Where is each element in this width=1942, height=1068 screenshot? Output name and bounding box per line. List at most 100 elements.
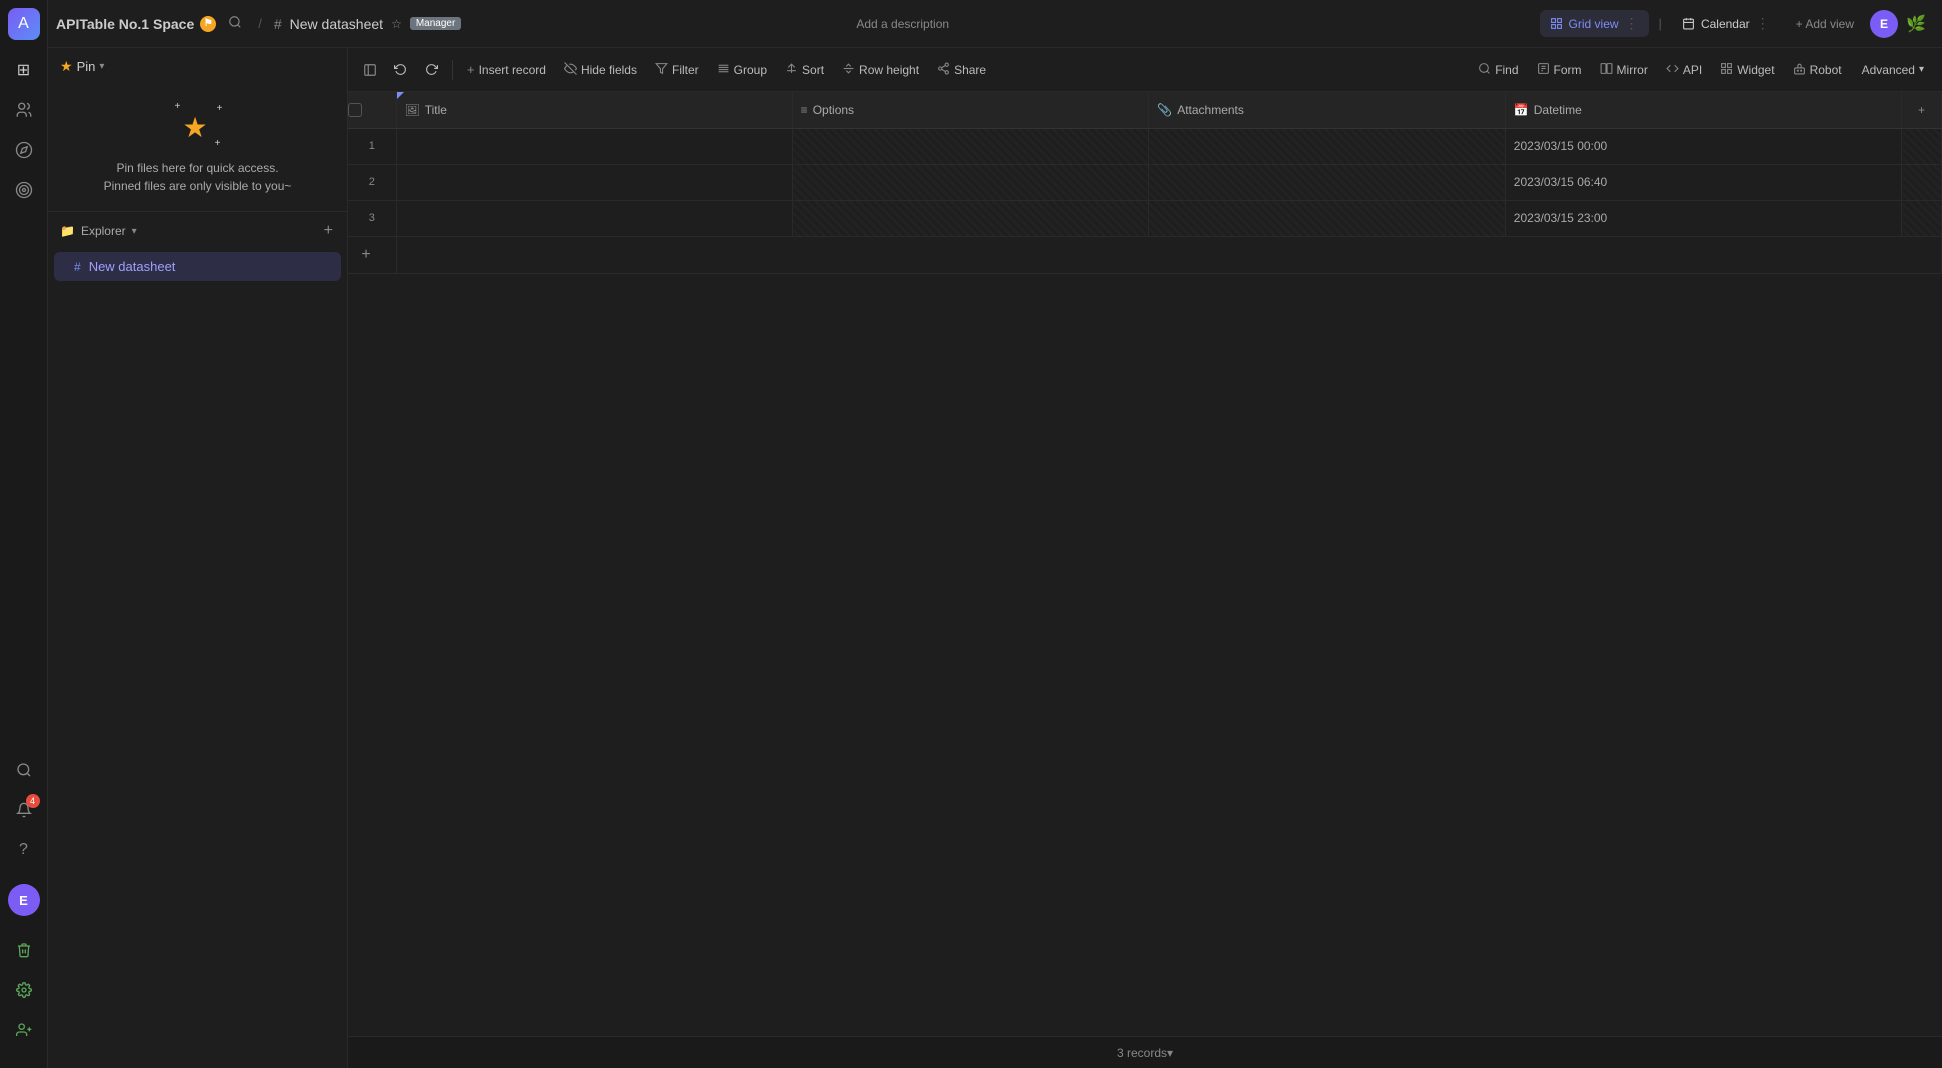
- add-column-button[interactable]: +: [1902, 92, 1942, 128]
- datetime-cell-3[interactable]: 2023/03/15 23:00: [1505, 200, 1901, 236]
- undo-button[interactable]: [386, 58, 415, 81]
- search-icon[interactable]: [6, 752, 42, 788]
- select-all-checkbox[interactable]: [348, 103, 362, 117]
- options-cell-3[interactable]: [792, 200, 1149, 236]
- datetime-col-header: 📅 Datetime: [1505, 92, 1901, 128]
- nav-people[interactable]: [6, 92, 42, 128]
- robot-button[interactable]: Robot: [1785, 57, 1850, 83]
- status-bar: 3 records▾: [348, 1036, 1942, 1068]
- collapse-sidebar-button[interactable]: [356, 56, 384, 84]
- calendar-menu-icon[interactable]: ⋮: [1756, 15, 1770, 32]
- big-star-icon: ★: [183, 111, 208, 144]
- group-button[interactable]: Group: [709, 57, 775, 83]
- sheet-star-icon[interactable]: ☆: [391, 17, 402, 31]
- mirror-label: Mirror: [1617, 63, 1648, 77]
- space-name[interactable]: APITable No.1 Space ⚑: [56, 16, 216, 32]
- api-label: API: [1683, 63, 1702, 77]
- explorer-add-icon[interactable]: +: [322, 220, 335, 242]
- filter-button[interactable]: Filter: [647, 57, 707, 83]
- verified-badge: ⚑: [200, 16, 216, 32]
- datasheet-item[interactable]: # New datasheet: [54, 252, 341, 281]
- group-icon: [717, 62, 730, 78]
- options-cell-2[interactable]: [792, 164, 1149, 200]
- pin-label[interactable]: ★ Pin ▾: [60, 58, 104, 75]
- share-button[interactable]: Share: [929, 57, 994, 83]
- pin-chevron-icon[interactable]: ▾: [99, 61, 104, 72]
- calendar-tab[interactable]: Calendar ⋮: [1672, 10, 1780, 37]
- add-view-button[interactable]: + Add view: [1788, 13, 1862, 35]
- app-logo[interactable]: A: [8, 8, 40, 40]
- nav-home[interactable]: ⊞: [6, 52, 42, 88]
- hide-fields-button[interactable]: Hide fields: [556, 57, 645, 83]
- record-count-text: 3 records▾: [1117, 1046, 1173, 1060]
- advanced-chevron-icon: ▾: [1919, 64, 1924, 75]
- pin-hint-line1: Pin files here for quick access.: [116, 159, 278, 177]
- leaf-icon[interactable]: 🌿: [1902, 10, 1930, 38]
- api-button[interactable]: API: [1658, 57, 1710, 83]
- title-cell-3[interactable]: [396, 200, 792, 236]
- settings-icon[interactable]: [6, 972, 42, 1008]
- view-sep: |: [1659, 16, 1662, 31]
- datetime-cell-2[interactable]: 2023/03/15 06:40: [1505, 164, 1901, 200]
- title-col-label: Title: [425, 103, 447, 117]
- notification-icon-wrap[interactable]: 4: [6, 792, 42, 828]
- redo-button[interactable]: [417, 58, 446, 81]
- datetime-cell-1[interactable]: 2023/03/15 00:00: [1505, 128, 1901, 164]
- hide-fields-label: Hide fields: [581, 63, 637, 77]
- sort-button[interactable]: Sort: [777, 57, 832, 83]
- options-cell-1[interactable]: [792, 128, 1149, 164]
- grid-view-tab[interactable]: Grid view ⋮: [1540, 10, 1649, 37]
- description-link[interactable]: Add a description: [856, 17, 949, 31]
- main-area: APITable No.1 Space ⚑ / # New datasheet …: [48, 0, 1942, 1068]
- checkbox-col-header: [348, 92, 396, 128]
- user-avatar-left[interactable]: E: [8, 884, 40, 916]
- mirror-button[interactable]: Mirror: [1592, 57, 1656, 83]
- user-avatar-top[interactable]: E: [1870, 10, 1898, 38]
- title-cell-1[interactable]: [396, 128, 792, 164]
- help-icon[interactable]: ?: [6, 832, 42, 868]
- sheet-name[interactable]: New datasheet: [290, 16, 383, 32]
- row-height-icon: [842, 62, 855, 78]
- trash-icon[interactable]: [6, 932, 42, 968]
- widget-icon: [1720, 62, 1733, 78]
- top-right: E 🌿: [1870, 10, 1930, 38]
- share-label: Share: [954, 63, 986, 77]
- insert-record-icon: +: [467, 62, 475, 77]
- row-num-3: 3: [348, 200, 396, 236]
- add-row-button[interactable]: +: [348, 237, 384, 273]
- left-nav: A ⊞ 4 ? E: [0, 0, 48, 1068]
- row-height-label: Row height: [859, 63, 919, 77]
- find-button[interactable]: Find: [1470, 57, 1526, 83]
- widget-label: Widget: [1737, 63, 1774, 77]
- advanced-button[interactable]: Advanced ▾: [1852, 58, 1934, 82]
- filter-icon: [655, 62, 668, 78]
- top-search-icon[interactable]: [224, 11, 246, 37]
- sort-label: Sort: [802, 63, 824, 77]
- attachments-cell-2[interactable]: [1149, 164, 1506, 200]
- widget-button[interactable]: Widget: [1712, 57, 1782, 83]
- row-height-button[interactable]: Row height: [834, 57, 927, 83]
- record-count[interactable]: 3 records▾: [1117, 1046, 1173, 1060]
- extra-cell-1: [1902, 128, 1942, 164]
- options-col-header: ≡ Options: [792, 92, 1149, 128]
- sheet-title-area: # New datasheet ☆ Manager: [274, 16, 848, 32]
- row-num-1: 1: [348, 128, 396, 164]
- nav-explore[interactable]: [6, 132, 42, 168]
- form-button[interactable]: Form: [1529, 57, 1590, 83]
- insert-record-button[interactable]: + Insert record: [459, 57, 554, 82]
- attachments-cell-1[interactable]: [1149, 128, 1506, 164]
- explorer-header[interactable]: 📁 Explorer ▾ +: [48, 212, 347, 250]
- grid-view-menu-icon[interactable]: ⋮: [1625, 15, 1639, 32]
- extra-cell-2: [1902, 164, 1942, 200]
- attachments-col-icon: 📎: [1157, 103, 1172, 117]
- find-icon: [1478, 62, 1491, 78]
- sheet-badge: Manager: [410, 17, 461, 30]
- space-name-text: APITable No.1 Space: [56, 16, 194, 32]
- add-user-icon[interactable]: [6, 1012, 42, 1048]
- title-col-icon: 🖼: [405, 103, 420, 117]
- grid-scroll[interactable]: 🖼 Title ≡ Options: [348, 92, 1942, 1036]
- nav-target[interactable]: [6, 172, 42, 208]
- attachments-cell-3[interactable]: [1149, 200, 1506, 236]
- pin-area: + ★ + + Pin files here for quick access.…: [48, 85, 347, 212]
- title-cell-2[interactable]: [396, 164, 792, 200]
